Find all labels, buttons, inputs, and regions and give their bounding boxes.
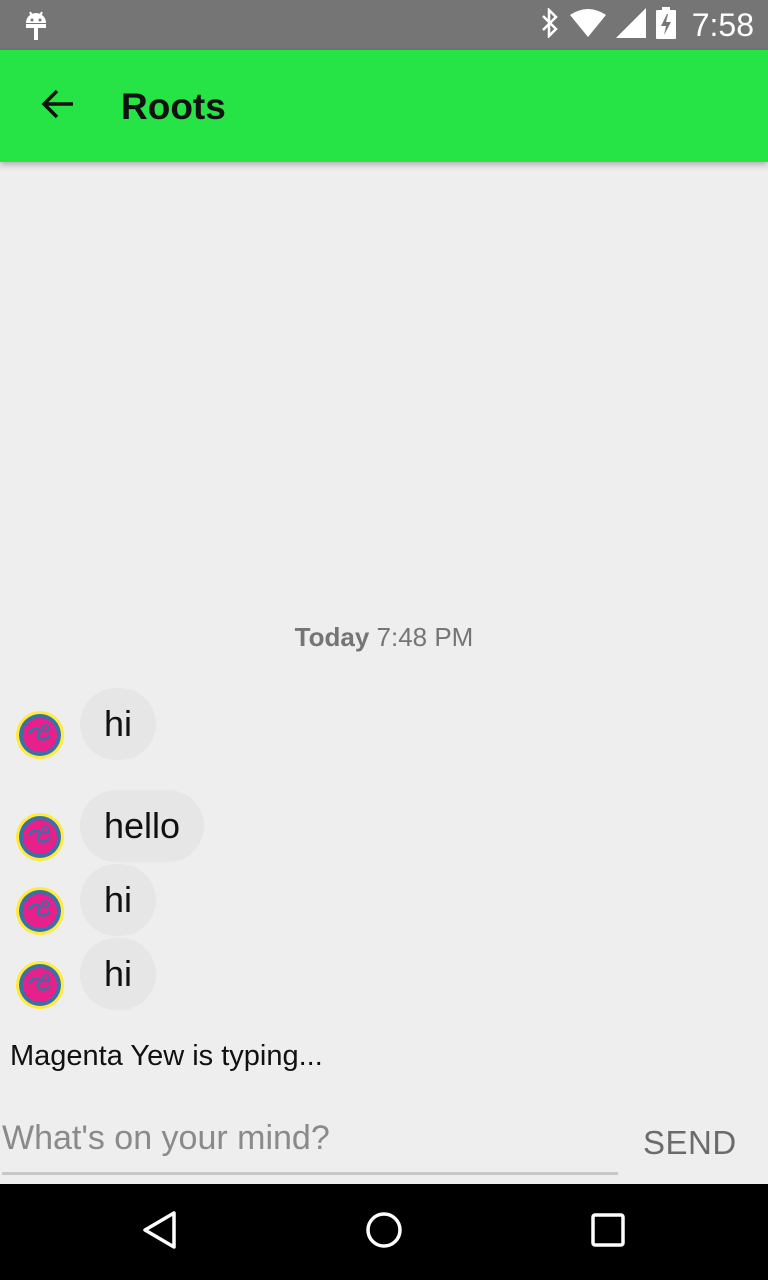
message-bubble: hi (80, 688, 157, 760)
battery-charging-icon (655, 6, 676, 44)
android-icon (24, 9, 48, 46)
back-triangle-icon (140, 1210, 180, 1255)
recents-square-icon (590, 1212, 626, 1253)
message-row: hi (0, 688, 768, 760)
status-bar: 7:58 (0, 0, 768, 50)
nav-back-button[interactable] (132, 1204, 188, 1260)
message-row: hi (0, 864, 768, 936)
nav-recents-button[interactable] (580, 1204, 636, 1260)
status-time: 7:58 (691, 6, 754, 43)
send-button[interactable]: SEND (643, 1124, 737, 1162)
date-label: Today (294, 622, 370, 652)
page-title: Roots (121, 86, 226, 127)
avatar[interactable] (16, 961, 64, 1009)
navigation-bar (0, 1184, 768, 1280)
wifi-icon (569, 8, 606, 42)
avatar[interactable] (16, 711, 64, 759)
signal-icon (615, 7, 646, 43)
message-row: hi (0, 938, 768, 1010)
avatar[interactable] (16, 813, 64, 861)
message-bubble: hi (80, 938, 157, 1010)
conversation-timestamp: Today 7:48 PM (0, 622, 768, 653)
message-input[interactable] (2, 1110, 618, 1166)
back-button[interactable] (30, 78, 86, 134)
message-bubble: hi (80, 864, 157, 936)
home-circle-icon (364, 1210, 404, 1255)
typing-indicator: Magenta Yew is typing... (10, 1040, 323, 1072)
arrow-back-icon (41, 87, 75, 126)
message-input-container (2, 1110, 618, 1175)
nav-home-button[interactable] (356, 1204, 412, 1260)
message-row: hello (0, 790, 768, 862)
app-bar: Roots (0, 50, 768, 162)
bluetooth-icon (540, 6, 560, 43)
message-bubble: hello (80, 790, 205, 862)
avatar[interactable] (16, 887, 64, 935)
time-label: 7:48 PM (376, 622, 474, 652)
